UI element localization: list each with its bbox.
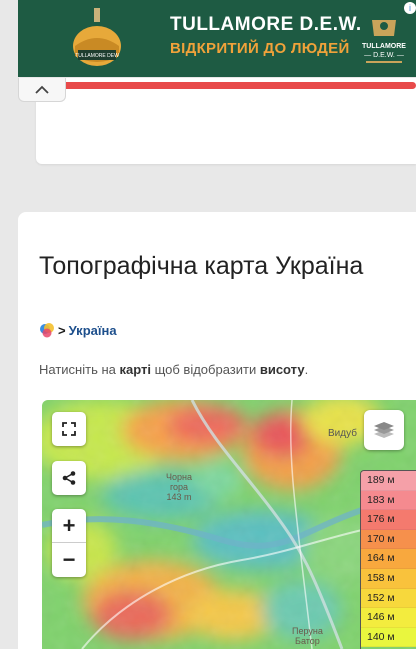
map-place-label: Чорна гора 143 m — [166, 472, 192, 502]
legend-row: 140 м — [361, 627, 416, 648]
adchoices-icon[interactable]: i — [404, 2, 416, 14]
layers-button[interactable] — [364, 410, 404, 450]
legend-row: 176 м — [361, 510, 416, 530]
chevron-up-icon — [35, 85, 49, 94]
ad-bottle-label: TULLAMORE DEW — [75, 53, 119, 59]
ad-banner[interactable]: TULLAMORE DEW TULLAMORE D.E.W. ВІДКРИТИЙ… — [18, 0, 416, 77]
ad-slogan-text: ВІДКРИТИЙ ДО ЛЮДЕЙ — [170, 40, 350, 57]
elevation-legend: 189 м 183 м 176 м 170 м 164 м 158 м 152 м 146 м… — [360, 470, 416, 649]
zoom-control: + − — [52, 509, 86, 577]
page-title: Топографічна карта Україна — [39, 251, 364, 280]
map-place-label-right: Видуб — [328, 428, 357, 439]
collapse-ad-button[interactable] — [18, 78, 66, 102]
breadcrumb-link-ukraine[interactable]: Україна — [69, 323, 117, 338]
legend-row: 152 м — [361, 588, 416, 609]
ad-bottle-image: TULLAMORE DEW — [73, 8, 121, 66]
elevation-map[interactable]: Чорна гора 143 m Видуб Перуна Батор + − — [42, 400, 416, 649]
svg-text:— D.E.W. —: — D.E.W. — — [364, 52, 404, 59]
share-button[interactable] — [52, 461, 86, 495]
site-logo-icon — [40, 323, 54, 338]
ad-brand-text: TULLAMORE D.E.W. — [170, 14, 362, 35]
legend-row: 146 м — [361, 608, 416, 628]
fullscreen-button[interactable] — [52, 412, 86, 446]
ad-crest-logo: TULLAMORE — D.E.W. — — [362, 20, 406, 63]
map-hint-text: Натисніть на карті щоб відобразити висот… — [39, 362, 309, 377]
topo-map-card: Топографічна карта Україна > Україна Нат… — [18, 212, 416, 649]
breadcrumb-separator: > — [58, 322, 66, 338]
breadcrumb: > Україна — [39, 322, 117, 338]
layers-icon — [374, 422, 394, 438]
svg-text:TULLAMORE: TULLAMORE — [362, 43, 406, 50]
legend-row: 170 м — [361, 529, 416, 550]
previous-card — [36, 78, 416, 164]
legend-row: 164 м — [361, 549, 416, 569]
legend-row: 158 м — [361, 568, 416, 589]
legend-row: 189 м — [361, 471, 416, 491]
map-street-label: Перуна Батор — [292, 626, 323, 646]
zoom-out-button[interactable]: − — [52, 543, 86, 577]
share-icon — [62, 471, 76, 485]
fullscreen-icon — [62, 422, 76, 436]
legend-row: 183 м — [361, 490, 416, 511]
accent-bar — [62, 82, 416, 89]
zoom-in-button[interactable]: + — [52, 509, 86, 543]
